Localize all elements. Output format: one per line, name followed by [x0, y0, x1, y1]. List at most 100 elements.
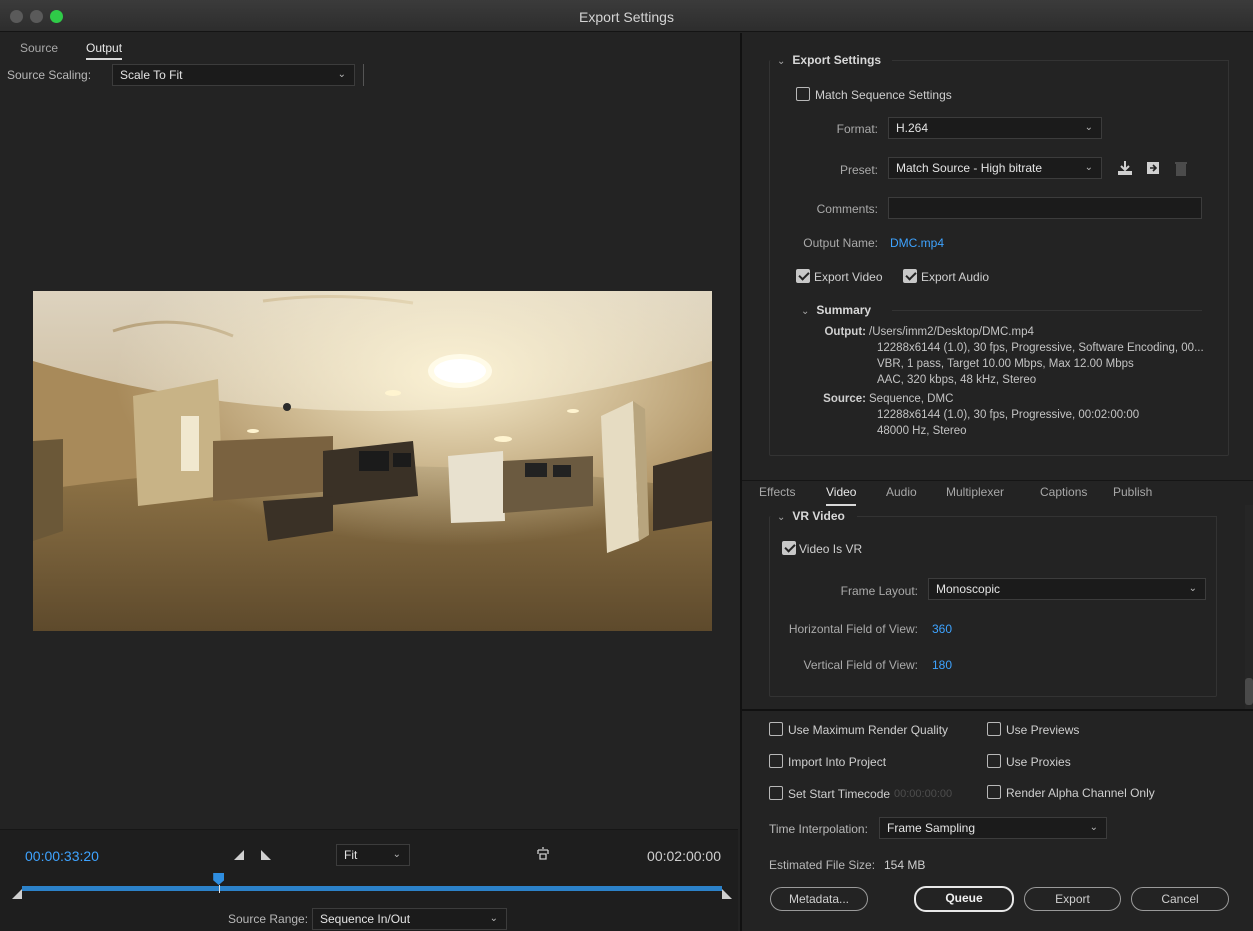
trash-icon[interactable]: [1172, 159, 1190, 177]
format-dropdown[interactable]: H.264 ⌄: [888, 117, 1102, 139]
video-is-vr-checkbox[interactable]: [782, 541, 796, 555]
preset-label: Preset:: [839, 163, 878, 177]
frame-layout-value: Monoscopic: [936, 582, 1001, 596]
vfov-label: Vertical Field of View:: [803, 658, 919, 672]
export-settings-title: Export Settings: [792, 53, 882, 67]
duration-timecode: 00:02:00:00: [647, 848, 721, 864]
set-start-timecode-checkbox[interactable]: [769, 786, 783, 800]
import-preset-icon[interactable]: [1144, 159, 1162, 177]
tab-audio[interactable]: Audio: [886, 485, 917, 499]
summary-source-line: 12288x6144 (1.0), 30 fps, Progressive, 0…: [877, 409, 1140, 421]
tab-source[interactable]: Source: [20, 41, 58, 55]
video-is-vr-label: Video Is VR: [799, 542, 863, 556]
comments-input[interactable]: [888, 197, 1202, 219]
match-sequence-checkbox[interactable]: [796, 87, 810, 101]
summary-output-line: /Users/imm2/Desktop/DMC.mp4: [869, 326, 1034, 338]
summary-source-line: Sequence, DMC: [869, 393, 954, 405]
timeline-bar: 00:00:33:20 Fit ⌄ 00:02:00:00 Source Ran…: [0, 829, 738, 931]
vr-video-header[interactable]: ⌄ VR Video: [777, 509, 851, 523]
export-video-checkbox[interactable]: [796, 269, 810, 283]
tab-multiplexer[interactable]: Multiplexer: [946, 485, 1004, 499]
chevron-down-icon: ⌄: [1188, 583, 1197, 594]
chevron-down-icon: ⌄: [1089, 822, 1098, 833]
window-title: Export Settings: [579, 9, 674, 25]
summary-output-line: AAC, 320 kbps, 48 kHz, Stereo: [877, 374, 1037, 386]
import-into-project-checkbox[interactable]: [769, 754, 783, 768]
chevron-down-icon: ⌄: [1084, 162, 1093, 173]
tab-captions[interactable]: Captions: [1040, 485, 1087, 499]
use-proxies-label: Use Proxies: [1006, 755, 1071, 769]
source-scaling-row: Source Scaling: Scale To Fit ⌄: [0, 63, 738, 87]
group-top-line: [892, 60, 1229, 61]
source-scaling-dropdown[interactable]: Scale To Fit ⌄: [112, 64, 355, 86]
format-label: Format:: [836, 122, 878, 136]
preset-value: Match Source - High bitrate: [896, 161, 1043, 175]
range-start-handle[interactable]: [12, 889, 22, 899]
output-name-link[interactable]: DMC.mp4: [890, 236, 944, 250]
time-interpolation-dropdown[interactable]: Frame Sampling ⌄: [879, 817, 1107, 839]
video-preview: [33, 291, 712, 631]
summary-title: Summary: [816, 303, 872, 317]
mark-in-icon[interactable]: [234, 850, 244, 860]
time-interpolation-value: Frame Sampling: [887, 821, 976, 835]
chevron-down-icon: ⌄: [801, 306, 810, 317]
title-bar: Export Settings: [0, 0, 1253, 32]
settings-tabs: Effects Video Audio Multiplexer Captions…: [742, 480, 1253, 506]
source-range-dropdown[interactable]: Sequence In/Out ⌄: [312, 908, 507, 930]
playhead-line: [218, 885, 220, 893]
settings-panel: ⌄ Export Settings Match Sequence Settings…: [740, 33, 1253, 931]
summary-header[interactable]: ⌄ Summary: [801, 303, 878, 317]
chevron-down-icon: ⌄: [1084, 122, 1093, 133]
vfov-value[interactable]: 180: [932, 658, 952, 672]
export-settings-header[interactable]: ⌄ Export Settings: [777, 53, 888, 67]
max-render-quality-checkbox[interactable]: [769, 722, 783, 736]
zoom-dropdown[interactable]: Fit ⌄: [336, 844, 410, 866]
render-alpha-checkbox[interactable]: [987, 785, 1001, 799]
mark-out-icon[interactable]: [261, 850, 271, 860]
tab-effects[interactable]: Effects: [759, 485, 795, 499]
tab-publish[interactable]: Publish: [1113, 485, 1152, 499]
summary-output-line: 12288x6144 (1.0), 30 fps, Progressive, S…: [877, 342, 1204, 354]
import-into-project-label: Import Into Project: [788, 755, 887, 769]
file-size-label: Estimated File Size:: [769, 858, 876, 872]
output-name-label: Output Name:: [803, 236, 878, 250]
source-range-value: Sequence In/Out: [320, 912, 411, 926]
export-options: Use Maximum Render Quality Use Previews …: [742, 709, 1253, 931]
max-render-quality-label: Use Maximum Render Quality: [788, 723, 949, 737]
hfov-label: Horizontal Field of View:: [788, 622, 918, 636]
playhead-icon[interactable]: [213, 873, 225, 885]
summary-output-key: Output:: [824, 326, 866, 338]
settings-scroll-thumb[interactable]: [1245, 678, 1253, 705]
use-previews-checkbox[interactable]: [987, 722, 1001, 736]
use-proxies-checkbox[interactable]: [987, 754, 1001, 768]
range-end-handle[interactable]: [722, 889, 732, 899]
preview-tabs: Source Output: [0, 33, 738, 63]
save-preset-icon[interactable]: [1116, 159, 1134, 177]
source-scaling-value: Scale To Fit: [120, 68, 183, 82]
zoom-value: Fit: [344, 848, 358, 862]
export-audio-checkbox[interactable]: [903, 269, 917, 283]
source-range-label: Source Range:: [228, 912, 309, 926]
format-value: H.264: [896, 121, 929, 135]
chevron-down-icon: ⌄: [489, 913, 498, 924]
comments-label: Comments:: [816, 202, 878, 216]
crop-icon[interactable]: [535, 846, 551, 862]
group-top-line: [857, 516, 1217, 517]
hfov-value[interactable]: 360: [932, 622, 952, 636]
queue-button[interactable]: Queue: [914, 886, 1014, 912]
export-audio-label: Export Audio: [921, 270, 990, 284]
source-scaling-label: Source Scaling:: [7, 68, 92, 82]
tab-video[interactable]: Video: [826, 485, 857, 506]
metadata-button[interactable]: Metadata...: [770, 887, 868, 911]
preset-dropdown[interactable]: Match Source - High bitrate ⌄: [888, 157, 1102, 179]
vr-video-title: VR Video: [792, 509, 845, 523]
preview-frame-image: [33, 291, 712, 631]
chevron-down-icon: ⌄: [777, 512, 786, 523]
current-timecode[interactable]: 00:00:33:20: [25, 848, 99, 864]
export-button[interactable]: Export: [1024, 887, 1121, 911]
frame-layout-dropdown[interactable]: Monoscopic ⌄: [928, 578, 1206, 600]
tab-output[interactable]: Output: [86, 41, 123, 60]
cancel-button[interactable]: Cancel: [1131, 887, 1229, 911]
use-previews-label: Use Previews: [1006, 723, 1080, 737]
timeline-track[interactable]: [22, 886, 722, 891]
